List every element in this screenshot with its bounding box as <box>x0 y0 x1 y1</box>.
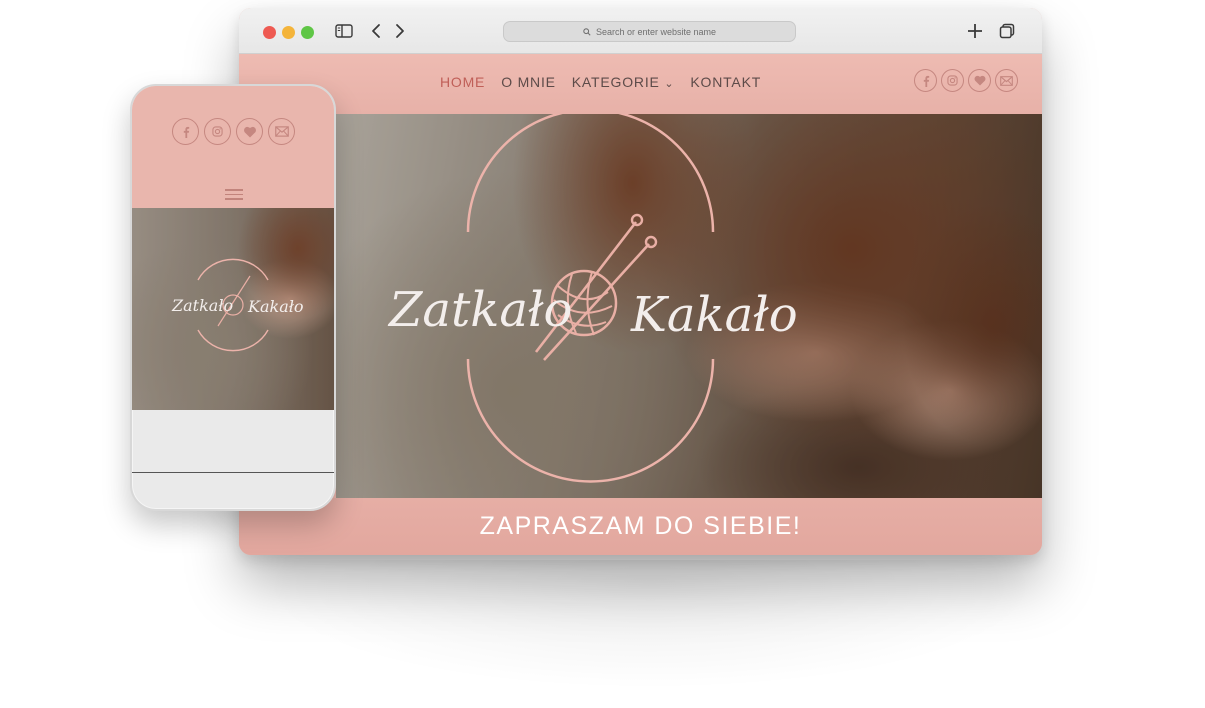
nav-categories-dropdown[interactable]: KATEGORIE ⌄ <box>572 74 675 90</box>
minimize-window-button[interactable] <box>282 26 295 39</box>
floor-shadow <box>260 560 1040 690</box>
logo-right-word: Kakało <box>630 287 798 343</box>
facebook-icon[interactable] <box>914 69 937 92</box>
hamburger-menu-icon[interactable] <box>225 189 243 200</box>
nav-about-link[interactable]: O MNIE <box>501 74 556 90</box>
welcome-band: ZAPRASZAM DO SIEBIE! <box>239 498 1042 555</box>
welcome-tagline: ZAPRASZAM DO SIEBIE! <box>479 512 802 540</box>
phone-site-logo: Zatkało Kakało <box>171 258 304 352</box>
mail-icon[interactable] <box>995 69 1018 92</box>
logo-arc-bottom <box>466 358 715 483</box>
phone-site-header <box>132 86 334 208</box>
heart-icon[interactable] <box>236 118 263 145</box>
address-bar[interactable]: Search or enter website name <box>503 21 796 42</box>
mobile-phone-mockup: Zatkało Kakało <box>130 84 336 511</box>
site-logo: Zatkało Kakało <box>387 114 798 483</box>
social-links <box>914 69 1018 92</box>
phone-logo-left-word: Zatkało <box>171 296 233 315</box>
address-placeholder: Search or enter website name <box>595 26 717 37</box>
chevron-down-icon: ⌄ <box>664 78 675 90</box>
search-icon <box>583 27 591 36</box>
sidebar-toggle-icon[interactable] <box>334 20 354 42</box>
mockup-stage: Search or enter website name HOME O MNIE… <box>0 0 1205 708</box>
mail-icon[interactable] <box>268 118 295 145</box>
facebook-icon[interactable] <box>172 118 199 145</box>
nav-home-link[interactable]: HOME <box>440 74 485 90</box>
heart-icon[interactable] <box>968 69 991 92</box>
back-icon[interactable] <box>369 20 383 42</box>
desktop-browser-window: Search or enter website name HOME O MNIE… <box>239 8 1042 555</box>
tab-overview-icon[interactable] <box>996 20 1018 42</box>
forward-icon[interactable] <box>393 20 407 42</box>
site-header: HOME O MNIE KATEGORIE ⌄ KONTAKT <box>239 54 1042 114</box>
hero-photo: Zatkało Kakało <box>336 114 1042 498</box>
instagram-icon[interactable] <box>204 118 231 145</box>
phone-logo-right-word: Kakało <box>247 297 304 316</box>
phone-divider <box>132 472 334 473</box>
nav-contact-link[interactable]: KONTAKT <box>690 74 761 90</box>
logo-arc-top <box>466 114 715 233</box>
nav-categories-label: KATEGORIE <box>571 74 660 90</box>
logo-left-word: Zatkało <box>387 282 572 338</box>
instagram-icon[interactable] <box>941 69 964 92</box>
maximize-window-button[interactable] <box>301 26 314 39</box>
phone-social-links <box>172 118 295 145</box>
close-window-button[interactable] <box>263 26 276 39</box>
phone-hero-photo: Zatkało Kakało <box>132 208 334 410</box>
browser-toolbar: Search or enter website name <box>239 8 1042 54</box>
new-tab-icon[interactable] <box>964 20 986 42</box>
main-nav: HOME O MNIE KATEGORIE ⌄ KONTAKT <box>440 74 761 90</box>
